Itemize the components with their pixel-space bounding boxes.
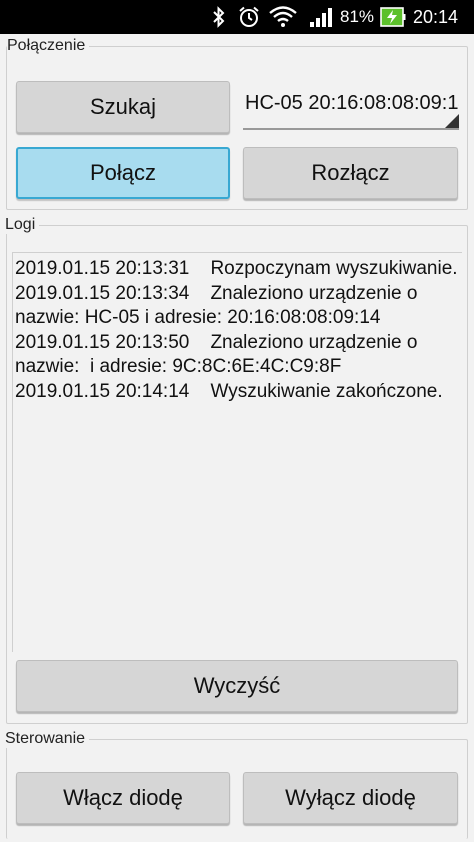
log-text: 2019.01.15 20:13:31 Rozpoczynam wyszukiw… [15,258,458,402]
control-group-label: Sterowanie [5,730,90,748]
logs-group-label: Logi [5,216,40,234]
status-bar: 81% 20:14 [0,0,474,34]
signal-icon [308,0,336,34]
log-textarea[interactable]: 2019.01.15 20:13:31 Rozpoczynam wyszukiw… [12,252,462,652]
connection-group-label: Połączenie [7,37,90,55]
led-on-button[interactable]: Włącz diodę [16,772,230,824]
wifi-icon [268,0,298,34]
clear-button[interactable]: Wyczyść [16,660,458,712]
bluetooth-icon [212,0,226,34]
disconnect-button[interactable]: Rozłącz [243,147,458,199]
connect-button[interactable]: Połącz [16,147,230,199]
led-off-button[interactable]: Wyłącz diodę [243,772,458,824]
alarm-icon [237,0,261,34]
device-spinner[interactable]: HC-05 20:16:08:08:09:14 [243,82,459,130]
search-button[interactable]: Szukaj [16,81,230,133]
dropdown-triangle-icon [445,114,459,128]
battery-percent: 81% [340,7,375,26]
clock: 20:14 [413,6,459,27]
battery-charging-icon [380,0,406,34]
device-spinner-value: HC-05 20:16:08:08:09:14 [245,92,459,114]
